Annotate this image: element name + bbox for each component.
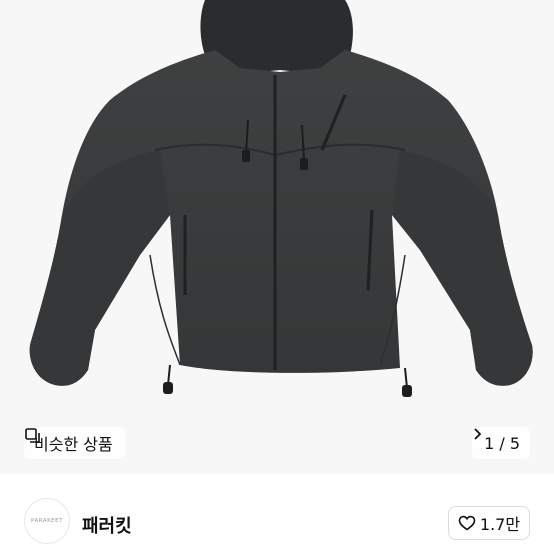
avatar-logo-text: PARAKEET	[30, 518, 63, 524]
jacket-illustration	[29, 0, 533, 397]
similar-items-icon	[25, 428, 40, 443]
seller-name[interactable]: 패러킷	[82, 512, 132, 538]
similar-items-label: 비슷한 상품	[34, 435, 113, 454]
chevron-right-icon	[474, 428, 482, 440]
image-pager[interactable]: 1 / 5	[472, 427, 530, 459]
avatar[interactable]: PARAKEET	[24, 498, 70, 544]
product-image[interactable]: 비슷한 상품 1 / 5	[0, 0, 554, 474]
heart-outline-icon	[458, 515, 476, 531]
like-count: 1.7만	[479, 515, 521, 534]
divider	[0, 474, 554, 482]
pager-text: 1 / 5	[484, 433, 520, 453]
similar-items-button[interactable]: 비슷한 상품	[24, 427, 125, 459]
like-button[interactable]: 1.7만	[448, 506, 530, 540]
seller-row[interactable]: PARAKEET 패러킷 1.7만	[0, 482, 554, 554]
